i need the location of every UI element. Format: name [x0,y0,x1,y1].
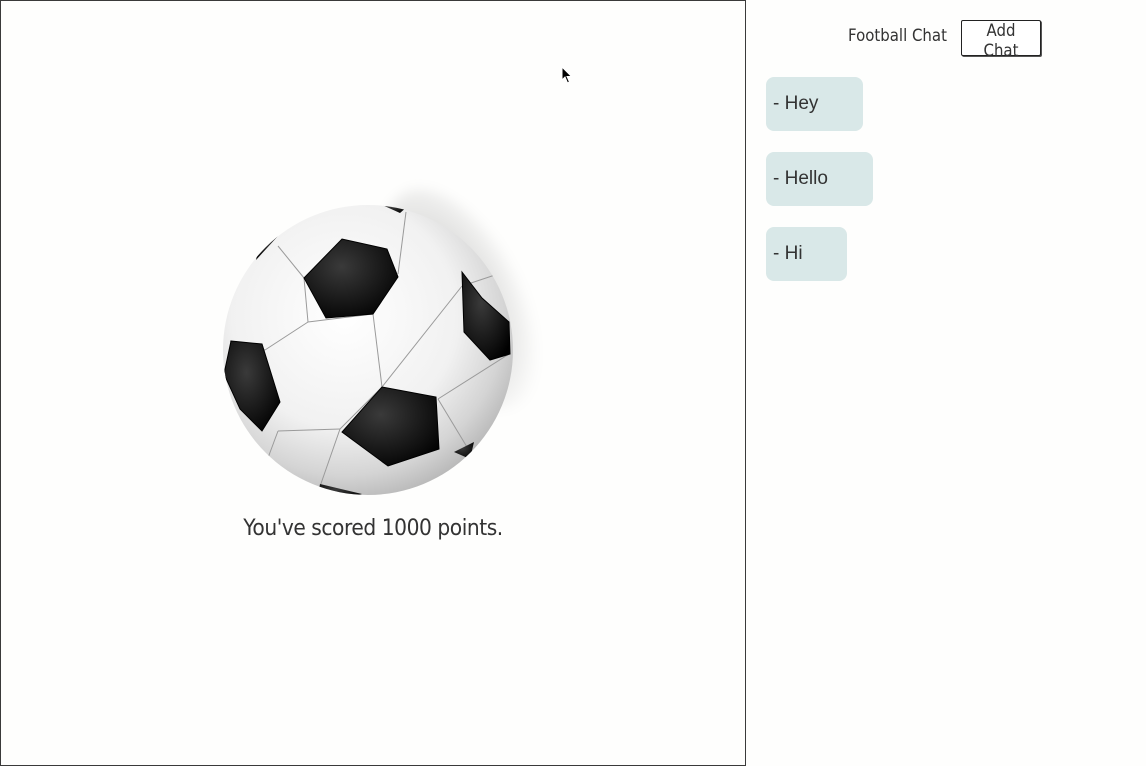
mouse-cursor-icon [561,66,573,84]
chat-item-hello[interactable]: - Hello [766,152,873,206]
chat-title: Football Chat [848,26,947,46]
add-chat-button[interactable]: Add Chat [961,20,1041,61]
chat-item-hey[interactable]: - Hey [766,77,863,131]
add-chat-label: Add Chat [983,21,1019,61]
score-message: You've scored 1000 points. [243,516,503,541]
soccer-ball[interactable] [222,204,514,496]
chat-header: Football Chat Add Chat [760,20,1146,61]
chat-item-hi[interactable]: - Hi [766,227,847,281]
game-panel[interactable]: You've scored 1000 points. [0,0,746,766]
